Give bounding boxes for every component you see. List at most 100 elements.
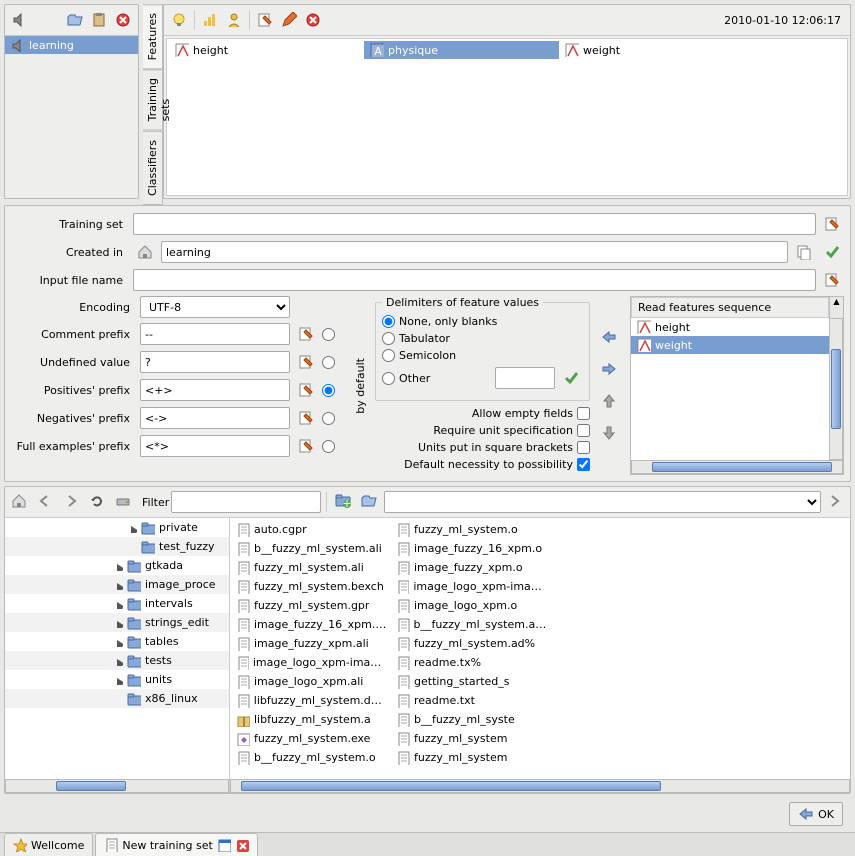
allow-empty-checkbox[interactable]: [577, 407, 590, 420]
tree-row[interactable]: gtkada: [5, 556, 229, 575]
file-item[interactable]: b__fuzzy_ml_system.ad%: [392, 615, 552, 634]
file-item[interactable]: libfuzzy_ml_system.a: [232, 710, 392, 729]
sidebar-item[interactable]: learning: [5, 36, 138, 54]
file-item[interactable]: getting_started_s: [392, 672, 552, 691]
read-feature-item[interactable]: weight: [631, 336, 829, 354]
bulb-icon[interactable]: [167, 8, 191, 32]
vtab-features[interactable]: Features: [143, 4, 163, 69]
file-item[interactable]: b__fuzzy_ml_system.o: [232, 748, 392, 767]
move-down-icon[interactable]: [598, 422, 622, 446]
browser-home-icon[interactable]: [8, 490, 32, 514]
file-item[interactable]: readme.txt: [392, 691, 552, 710]
tree-row[interactable]: intervals: [5, 594, 229, 613]
tree-row[interactable]: units: [5, 670, 229, 689]
pencil-icon[interactable]: [277, 8, 301, 32]
check-icon[interactable]: [820, 240, 844, 264]
copy-icon[interactable]: [792, 240, 816, 264]
file-item[interactable]: fuzzy_ml_system.ali: [232, 558, 392, 577]
comment-prefix-input[interactable]: [140, 323, 290, 345]
file-item[interactable]: b__fuzzy_ml_system.ali: [232, 539, 392, 558]
edit-input-file-icon[interactable]: [820, 268, 844, 292]
open-folder-icon[interactable]: [63, 8, 87, 32]
tab-close-icon[interactable]: [235, 838, 249, 852]
created-in-input[interactable]: [161, 241, 788, 263]
file-item[interactable]: readme.tx%: [392, 653, 552, 672]
file-item[interactable]: b__fuzzy_ml_syste: [392, 710, 552, 729]
feature-item[interactable]: physique: [364, 41, 559, 59]
full-examples-default-radio[interactable]: [322, 440, 335, 453]
file-item[interactable]: image_logo_xpm.o: [392, 596, 552, 615]
person-icon[interactable]: [222, 8, 246, 32]
file-item[interactable]: fuzzy_ml_system: [392, 729, 552, 748]
feature-item[interactable]: height: [169, 41, 364, 59]
browser-back-icon[interactable]: [34, 490, 58, 514]
input-file-input[interactable]: [133, 269, 816, 291]
edit-doc-icon[interactable]: [253, 8, 277, 32]
default-necessity-checkbox[interactable]: [577, 458, 590, 471]
read-feature-item[interactable]: height: [631, 318, 829, 336]
tree-row[interactable]: test_fuzzy: [5, 537, 229, 556]
file-item[interactable]: fuzzy_ml_system.o: [392, 520, 552, 539]
tab-restore-icon[interactable]: [217, 838, 231, 852]
tab-wellcome[interactable]: Wellcome: [4, 833, 93, 856]
browser-drive-icon[interactable]: [112, 490, 136, 514]
delim-semi-radio[interactable]: [382, 349, 395, 362]
full-examples-prefix-input[interactable]: [140, 435, 290, 457]
edit-positives-icon[interactable]: [294, 378, 318, 402]
positives-default-radio[interactable]: [322, 384, 335, 397]
file-item[interactable]: image_fuzzy_xpm.o: [392, 558, 552, 577]
tab-new-training-set[interactable]: New training set: [95, 833, 257, 856]
vtab-classifiers[interactable]: Classifiers: [143, 131, 163, 205]
move-left-icon[interactable]: [598, 326, 622, 350]
file-item[interactable]: fuzzy_ml_system.exe: [232, 729, 392, 748]
move-right-icon[interactable]: [598, 358, 622, 382]
edit-full-examples-icon[interactable]: [294, 434, 318, 458]
read-features-scrollbar[interactable]: [829, 318, 843, 460]
delim-check-icon[interactable]: [559, 366, 583, 390]
tree-row[interactable]: x86_linux: [5, 689, 229, 708]
require-unit-checkbox[interactable]: [577, 424, 590, 437]
tree-row[interactable]: tables: [5, 632, 229, 651]
positives-prefix-input[interactable]: [140, 379, 290, 401]
edit-undefined-icon[interactable]: [294, 350, 318, 374]
delim-other-radio[interactable]: [382, 372, 395, 385]
file-item[interactable]: image_fuzzy_xpm.ali: [232, 634, 392, 653]
edit-comment-icon[interactable]: [294, 322, 318, 346]
delete-icon[interactable]: [301, 8, 325, 32]
tree-row[interactable]: tests: [5, 651, 229, 670]
file-item[interactable]: image_fuzzy_16_xpm.o: [392, 539, 552, 558]
square-brackets-checkbox[interactable]: [577, 441, 590, 454]
delim-other-input[interactable]: [495, 367, 555, 389]
negatives-prefix-input[interactable]: [140, 407, 290, 429]
file-item[interactable]: fuzzy_ml_system: [392, 748, 552, 767]
ok-button[interactable]: OK: [789, 802, 843, 826]
training-set-input[interactable]: [133, 213, 816, 235]
vtab-training-sets[interactable]: Training sets: [143, 69, 163, 130]
tree-hscroll[interactable]: [5, 779, 229, 793]
file-item[interactable]: fuzzy_ml_system.bexch: [232, 577, 392, 596]
file-item[interactable]: image_logo_xpm-image.o: [392, 577, 552, 596]
delim-none-radio[interactable]: [382, 315, 395, 328]
browser-forward-icon[interactable]: [60, 490, 84, 514]
undefined-default-radio[interactable]: [322, 356, 335, 369]
file-item[interactable]: image_fuzzy_16_xpm.ali: [232, 615, 392, 634]
browser-folder-icon[interactable]: [358, 490, 382, 514]
browser-refresh-icon[interactable]: [86, 490, 110, 514]
new-folder-icon[interactable]: [332, 490, 356, 514]
negatives-default-radio[interactable]: [322, 412, 335, 425]
undefined-value-input[interactable]: [140, 351, 290, 373]
encoding-select[interactable]: UTF-8: [140, 296, 290, 318]
file-item[interactable]: auto.cgpr: [232, 520, 392, 539]
feature-item[interactable]: weight: [559, 41, 754, 59]
close-icon[interactable]: [111, 8, 135, 32]
tree-row[interactable]: strings_edit: [5, 613, 229, 632]
file-item[interactable]: fuzzy_ml_system.gpr: [232, 596, 392, 615]
read-features-hscroll[interactable]: [631, 460, 843, 474]
path-select[interactable]: [384, 491, 821, 513]
file-item[interactable]: image_logo_xpm-image.ali: [232, 653, 392, 672]
chart-icon[interactable]: [198, 8, 222, 32]
browser-action-icon[interactable]: [823, 490, 847, 514]
file-item[interactable]: image_logo_xpm.ali: [232, 672, 392, 691]
file-item[interactable]: fuzzy_ml_system.ad%: [392, 634, 552, 653]
speaker-icon[interactable]: [8, 8, 32, 32]
